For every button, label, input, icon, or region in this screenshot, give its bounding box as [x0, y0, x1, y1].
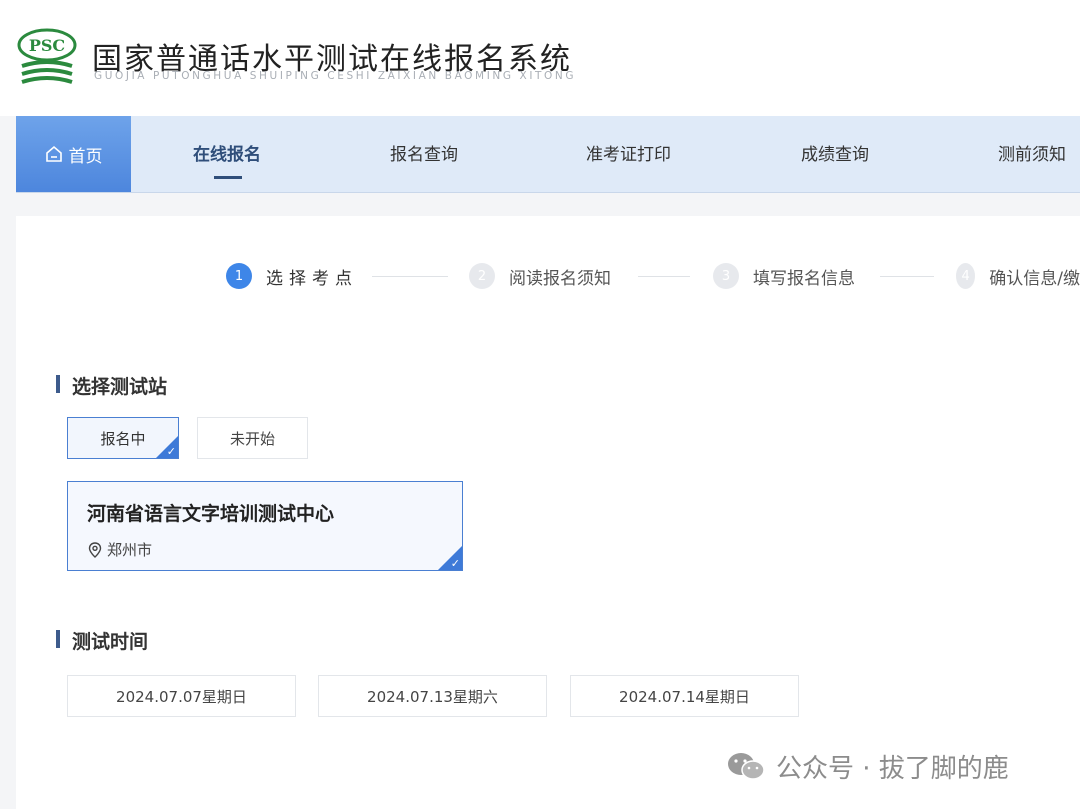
- site-subtitle: GUOJIA PUTONGHUA SHUIPING CESHI ZAIXIAN …: [94, 70, 577, 82]
- check-icon: ✓: [166, 445, 176, 458]
- watermark-text: 公众号 · 拔了脚的鹿: [776, 754, 1009, 784]
- wechat-icon: [726, 751, 766, 783]
- step-2: 2 阅读报名须知: [469, 263, 611, 289]
- step-label: 选择考点: [266, 268, 358, 289]
- step-number: 1: [226, 263, 252, 289]
- step-connector: [880, 276, 934, 277]
- date-option[interactable]: 2024.07.14星期日: [570, 675, 799, 717]
- svg-text:PSC: PSC: [29, 36, 65, 55]
- step-number: 4: [956, 263, 976, 289]
- nav-item-test-notice[interactable]: 测前须知: [998, 116, 1066, 192]
- step-3: 3 填写报名信息: [713, 263, 855, 289]
- step-connector: [638, 276, 690, 277]
- test-center-city: 郑州市: [107, 541, 153, 559]
- psc-logo-icon: PSC: [17, 28, 77, 84]
- date-option[interactable]: 2024.07.07星期日: [67, 675, 296, 717]
- nav-item-registration-query[interactable]: 报名查询: [390, 116, 458, 192]
- site-header: PSC 国家普通话水平测试在线报名系统 GUOJIA PUTONGHUA SHU…: [0, 0, 1080, 116]
- location-pin-icon: [87, 541, 103, 558]
- step-label: 阅读报名须知: [509, 268, 611, 289]
- test-center-name: 河南省语言文字培训测试中心: [87, 503, 335, 525]
- wechat-watermark: 公众号 · 拔了脚的鹿: [726, 748, 1009, 785]
- nav-item-online-registration[interactable]: 在线报名: [193, 116, 261, 192]
- test-center-card[interactable]: 河南省语言文字培训测试中心 郑州市 ✓: [67, 481, 463, 571]
- nav-item-score-query[interactable]: 成绩查询: [801, 116, 869, 192]
- tab-registering[interactable]: 报名中 ✓: [67, 417, 179, 459]
- check-icon: ✓: [450, 557, 460, 570]
- step-4: 4 确认信息/缴: [956, 263, 1080, 289]
- section-title-station: 选择测试站: [56, 372, 167, 399]
- section-title-test-time: 测试时间: [56, 627, 148, 654]
- step-number: 2: [469, 263, 495, 289]
- nav-item-admission-print[interactable]: 准考证打印: [586, 116, 671, 192]
- tab-not-started[interactable]: 未开始: [197, 417, 308, 459]
- nav-home-label: 首页: [68, 146, 103, 167]
- nav-home[interactable]: 首页: [16, 116, 131, 192]
- step-label: 确认信息/缴: [989, 268, 1080, 289]
- main-nav: 首页 在线报名 报名查询 准考证打印 成绩查询 测前须知: [16, 116, 1080, 193]
- step-label: 填写报名信息: [753, 268, 855, 289]
- test-center-location: 郑州市: [87, 539, 152, 560]
- step-1: 1 选择考点: [226, 263, 358, 289]
- step-number: 3: [713, 263, 739, 289]
- nav-active-indicator: [214, 176, 242, 179]
- date-option[interactable]: 2024.07.13星期六: [318, 675, 547, 717]
- step-connector: [372, 276, 448, 277]
- tab-label: 未开始: [229, 429, 275, 448]
- tab-label: 报名中: [100, 429, 146, 448]
- home-icon: [45, 145, 63, 163]
